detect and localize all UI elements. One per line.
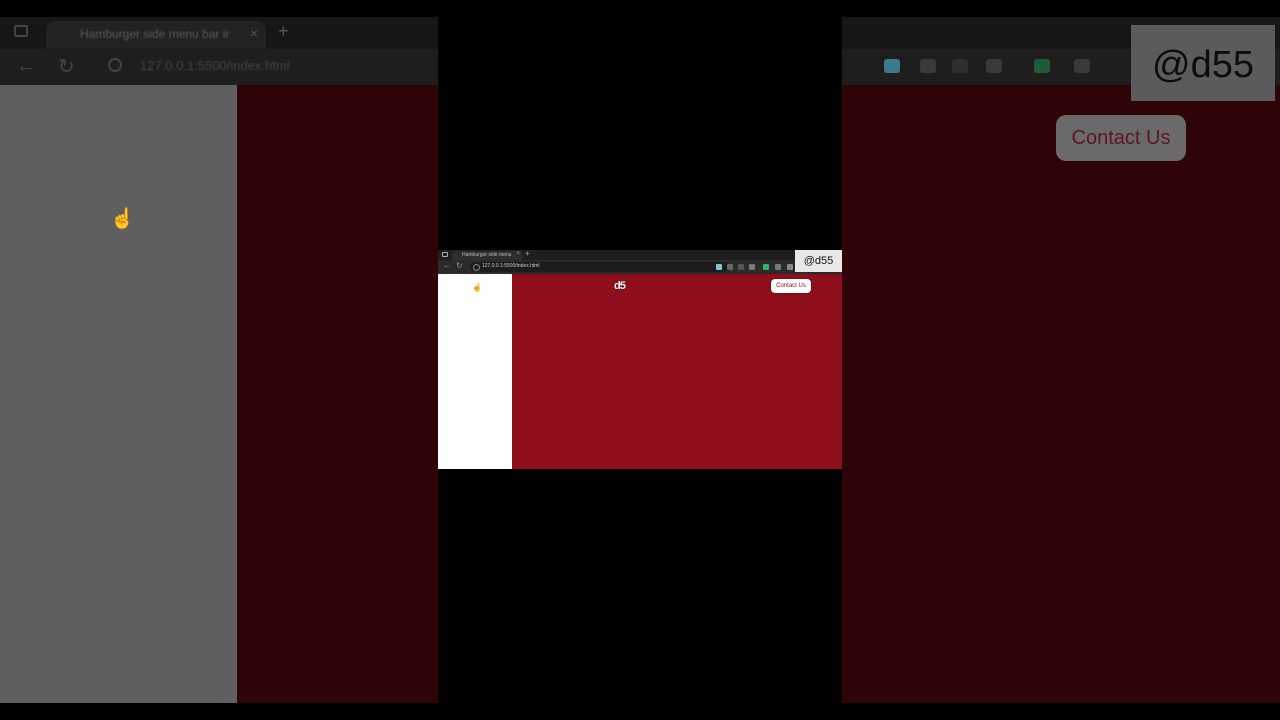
extension-icon[interactable] bbox=[763, 264, 769, 270]
extension-icon[interactable] bbox=[749, 264, 755, 270]
browser-window: Hamburger side menu bar in w... × + ← ↻ … bbox=[438, 249, 842, 469]
bg-extension-icon bbox=[952, 59, 968, 73]
browser-tab[interactable]: Hamburger side menu bar in w... × bbox=[452, 251, 522, 260]
tab-title: Hamburger side menu bar in w... bbox=[462, 252, 512, 258]
new-tab-icon[interactable]: + bbox=[525, 249, 530, 258]
reload-icon[interactable]: ↻ bbox=[456, 261, 463, 270]
bg-hand-pointer-icon: ☝ bbox=[110, 208, 135, 230]
bg-reload-icon: ↻ bbox=[58, 56, 75, 78]
extension-icon[interactable] bbox=[716, 264, 722, 270]
contact-us-button[interactable]: Contact Us bbox=[771, 279, 811, 293]
hand-pointer-icon: ☝ bbox=[472, 283, 482, 292]
bg-extension-icon bbox=[986, 59, 1002, 73]
bg-back-icon: ← bbox=[16, 55, 36, 77]
back-icon[interactable]: ← bbox=[443, 261, 451, 270]
extension-icon[interactable] bbox=[727, 264, 733, 270]
site-info-icon[interactable] bbox=[473, 264, 480, 271]
bg-info-icon bbox=[108, 58, 122, 72]
extension-icon[interactable] bbox=[775, 264, 781, 270]
bg-tab: Hamburger side menu bar in w... × bbox=[46, 21, 266, 49]
site-logo[interactable]: d5 bbox=[614, 280, 626, 292]
bg-sidebar: ☝ bbox=[0, 85, 237, 703]
bg-extension-icon bbox=[884, 59, 900, 73]
url-text: 127.0.0.1:5500/index.html bbox=[482, 263, 540, 269]
extension-icon[interactable] bbox=[738, 264, 744, 270]
bg-close-icon: × bbox=[249, 25, 258, 41]
side-menu[interactable]: ☝ bbox=[438, 274, 512, 469]
bg-extension-icon bbox=[1034, 59, 1050, 73]
main-content: d5 Contact Us bbox=[512, 274, 842, 469]
extension-icon[interactable] bbox=[787, 264, 793, 270]
bg-window-icon bbox=[14, 25, 28, 37]
bg-watermark: @d55 bbox=[1131, 25, 1275, 101]
web-page: ☝ d5 Contact Us bbox=[438, 274, 842, 469]
window-icon[interactable] bbox=[442, 252, 448, 257]
address-field[interactable]: 127.0.0.1:5500/index.html bbox=[470, 262, 730, 272]
bg-extension-icon bbox=[1074, 59, 1090, 73]
bg-tab-title: Hamburger side menu bar in w... bbox=[80, 27, 230, 41]
bg-contact-button: Contact Us bbox=[1056, 115, 1186, 161]
url-bar: ← ↻ 127.0.0.1:5500/index.html bbox=[438, 260, 842, 274]
video-stage: Hamburger side menu bar in w... × + ← ↻ … bbox=[438, 17, 842, 703]
tab-close-icon[interactable]: × bbox=[516, 251, 520, 257]
bg-extension-icon bbox=[920, 59, 936, 73]
bg-url-text: 127.0.0.1:5500/index.html bbox=[140, 58, 290, 73]
tab-bar: Hamburger side menu bar in w... × + bbox=[438, 249, 842, 260]
bg-new-tab-icon: + bbox=[278, 21, 289, 41]
watermark: @d55 bbox=[795, 250, 842, 272]
